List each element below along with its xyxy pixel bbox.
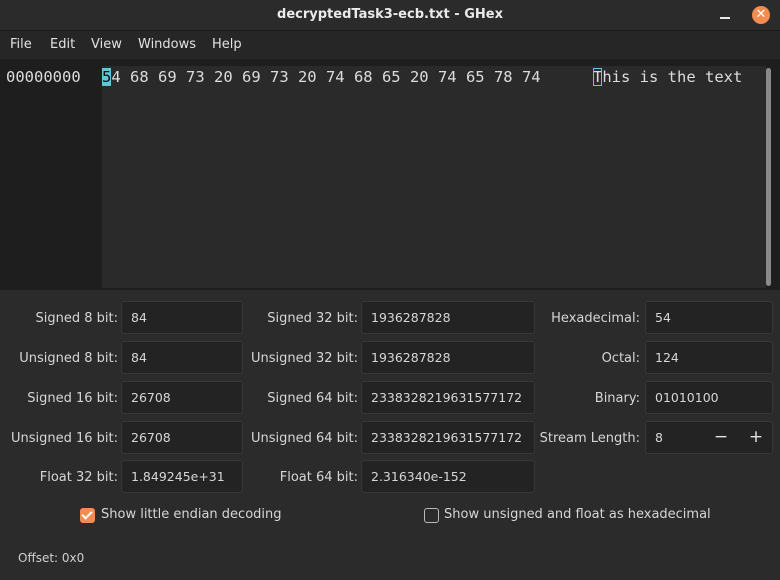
float-64-field[interactable]: 2.316340e-152 <box>361 460 535 493</box>
status-offset: Offset: 0x0 <box>18 551 85 565</box>
hex-cursor[interactable]: 5 <box>102 68 112 86</box>
close-icon[interactable]: ✕ <box>752 6 770 24</box>
signed-64-label: Signed 64 bit: <box>267 391 358 406</box>
signed-16-field[interactable]: 26708 <box>121 381 243 414</box>
float-32-label: Float 32 bit: <box>39 470 118 485</box>
menu-view[interactable]: View <box>91 31 122 59</box>
signed-32-label: Signed 32 bit: <box>267 311 358 326</box>
unsigned-64-field[interactable]: 2338328219631577172 <box>361 421 535 454</box>
minimize-icon[interactable] <box>716 6 734 24</box>
unsigned-8-field[interactable]: 84 <box>121 341 243 374</box>
octal-field[interactable]: 124 <box>645 341 773 374</box>
unsigned-hex-checkbox[interactable] <box>424 508 439 523</box>
hexadecimal-label: Hexadecimal: <box>551 311 640 326</box>
hex-column[interactable] <box>102 66 594 288</box>
hex-bytes[interactable]: 4 68 69 73 20 69 73 20 74 68 65 20 74 65… <box>111 68 540 86</box>
signed-8-label: Signed 8 bit: <box>35 311 118 326</box>
menu-file[interactable]: File <box>10 31 32 59</box>
unsigned-16-field[interactable]: 26708 <box>121 421 243 454</box>
vertical-scrollbar[interactable] <box>766 68 771 286</box>
signed-16-label: Signed 16 bit: <box>27 391 118 406</box>
stream-length-label: Stream Length: <box>539 431 640 446</box>
menu-edit[interactable]: Edit <box>50 31 75 59</box>
ascii-text[interactable]: his is the text <box>602 68 742 86</box>
window-title: decryptedTask3-ecb.txt - GHex <box>277 7 503 22</box>
hex-bytes-row[interactable]: 54 68 69 73 20 69 73 20 74 68 65 20 74 6… <box>102 68 541 86</box>
unsigned-8-label: Unsigned 8 bit: <box>19 351 118 366</box>
signed-32-field[interactable]: 1936287828 <box>361 301 535 334</box>
little-endian-label[interactable]: Show little endian decoding <box>101 507 282 522</box>
signed-64-field[interactable]: 2338328219631577172 <box>361 381 535 414</box>
offset-label: 00000000 <box>6 68 81 86</box>
binary-label: Binary: <box>594 391 640 406</box>
unsigned-32-field[interactable]: 1936287828 <box>361 341 535 374</box>
title-bar: decryptedTask3-ecb.txt - GHex ✕ <box>0 0 780 31</box>
menu-help[interactable]: Help <box>212 31 242 59</box>
binary-field[interactable]: 01010100 <box>645 381 773 414</box>
float-64-label: Float 64 bit: <box>279 470 358 485</box>
signed-8-field[interactable]: 84 <box>121 301 243 334</box>
menu-windows[interactable]: Windows <box>138 31 196 59</box>
float-32-field[interactable]: 1.849245e+31 <box>121 460 243 493</box>
ascii-cursor[interactable]: T <box>593 68 603 86</box>
unsigned-32-label: Unsigned 32 bit: <box>250 351 358 366</box>
unsigned-hex-label[interactable]: Show unsigned and float as hexadecimal <box>444 507 711 522</box>
stream-length-decrement-button[interactable]: − <box>710 426 732 448</box>
stream-length-increment-button[interactable]: + <box>745 426 767 448</box>
little-endian-checkbox[interactable] <box>80 508 95 523</box>
octal-label: Octal: <box>601 351 640 366</box>
menu-bar: File Edit View Windows Help <box>0 31 780 59</box>
unsigned-16-label: Unsigned 16 bit: <box>10 431 118 446</box>
hexadecimal-field[interactable]: 54 <box>645 301 773 334</box>
unsigned-64-label: Unsigned 64 bit: <box>250 431 358 446</box>
ascii-row[interactable]: This is the text <box>593 68 742 86</box>
ascii-column[interactable] <box>594 66 766 288</box>
